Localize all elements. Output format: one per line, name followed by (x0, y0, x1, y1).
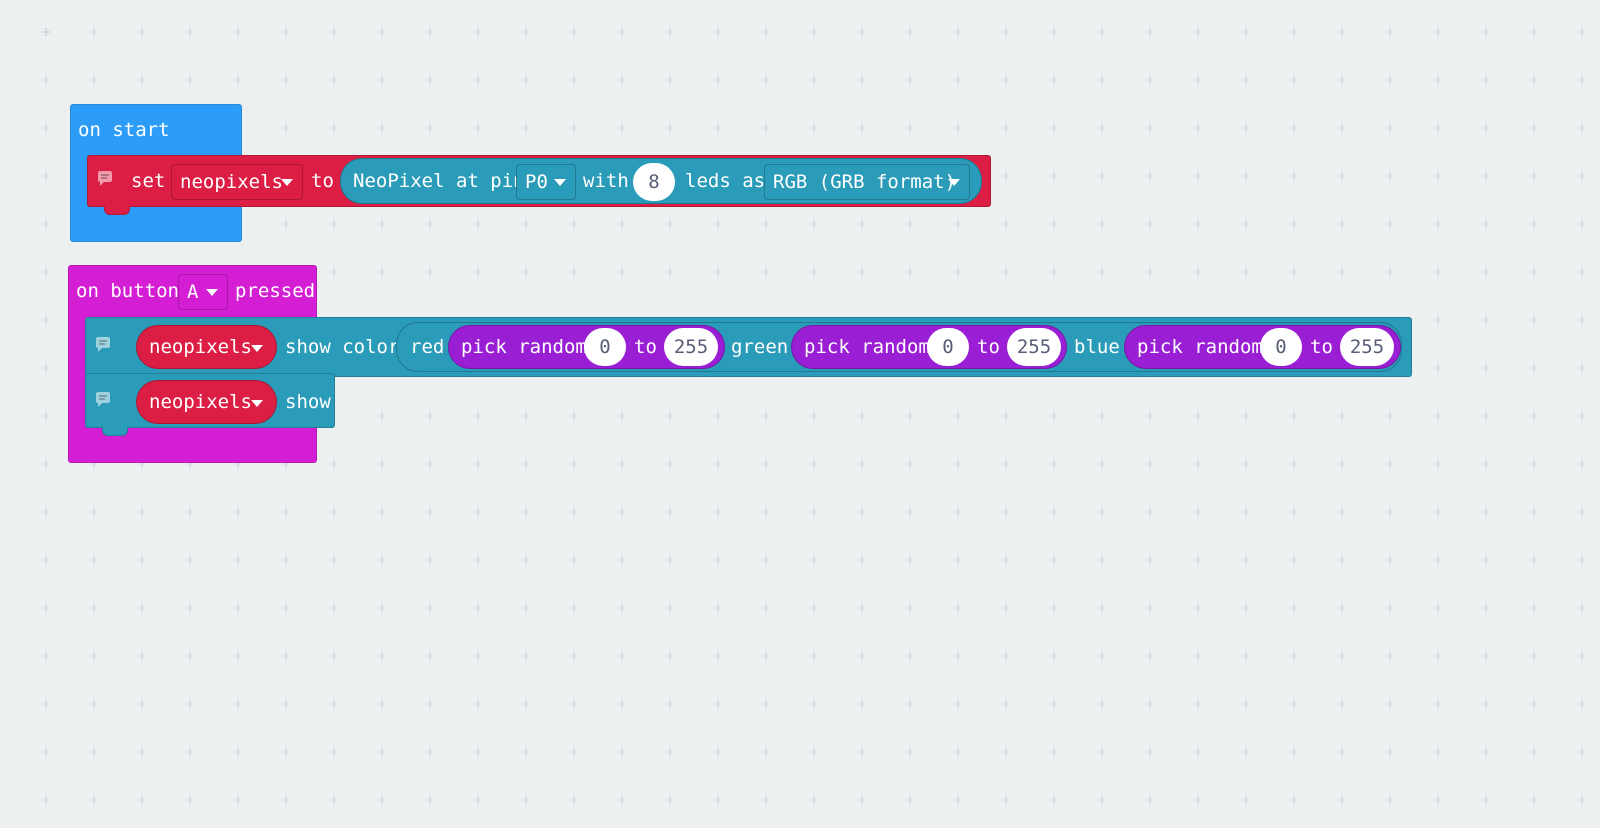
show-label: show (285, 391, 331, 413)
pressed-label: pressed (235, 280, 316, 302)
red-min-value: 0 (599, 336, 611, 358)
comment-icon[interactable] (96, 337, 110, 352)
strip-variable-name: neopixels (149, 336, 252, 358)
dropdown-caret-icon (281, 179, 293, 186)
comment-icon[interactable] (96, 392, 110, 407)
to-label: to (311, 170, 334, 192)
red-label: red (410, 336, 445, 358)
to-label: to (634, 336, 657, 358)
set-label: set (131, 170, 166, 192)
dropdown-caret-icon (206, 289, 218, 296)
button-dropdown[interactable]: A (178, 274, 228, 310)
pick-random-label: pick random (1137, 336, 1263, 358)
pick-random-label: pick random (804, 336, 930, 358)
variable-name: neopixels (180, 171, 283, 193)
led-count-field[interactable]: 8 (633, 163, 675, 201)
blue-label: blue (1074, 336, 1120, 358)
dropdown-caret-icon (554, 179, 566, 186)
on-button-label: on button (76, 280, 179, 302)
led-count-value: 8 (648, 171, 660, 193)
red-max-value: 255 (673, 336, 709, 358)
on-start-label: on start (78, 119, 170, 141)
pick-random-label: pick random (461, 336, 587, 358)
with-label: with (583, 170, 629, 192)
blue-max-field[interactable]: 255 (1340, 328, 1394, 366)
neopixel-at-pin-label: NeoPixel at pin (353, 170, 525, 192)
blue-min-field[interactable]: 0 (1260, 328, 1302, 366)
set-block-notch (104, 206, 130, 215)
to-label: to (977, 336, 1000, 358)
mode-value: RGB (GRB format) (773, 171, 957, 193)
leds-as-label: leds as (685, 170, 766, 192)
comment-icon[interactable] (98, 171, 112, 186)
button-value: A (187, 281, 199, 303)
green-label: green (731, 336, 789, 358)
strip-variable-pill[interactable]: neopixels (136, 380, 277, 424)
red-max-field[interactable]: 255 (664, 328, 718, 366)
dropdown-caret-icon (948, 179, 960, 186)
blue-max-value: 255 (1349, 336, 1385, 358)
show-block-notch (102, 427, 128, 436)
pin-dropdown[interactable]: P0 (516, 164, 576, 200)
show-color-label: show color (285, 336, 400, 358)
green-min-value: 0 (942, 336, 954, 358)
mode-dropdown[interactable]: RGB (GRB format) (764, 164, 970, 200)
strip-variable-name: neopixels (149, 391, 252, 413)
blocks-workspace[interactable]: on start set neopixels to NeoPixel at pi… (0, 0, 1600, 828)
dropdown-caret-icon (251, 345, 263, 352)
blue-min-value: 0 (1275, 336, 1287, 358)
green-max-value: 255 (1016, 336, 1052, 358)
green-max-field[interactable]: 255 (1007, 328, 1061, 366)
to-label: to (1310, 336, 1333, 358)
strip-variable-pill[interactable]: neopixels (136, 325, 277, 369)
pin-value: P0 (525, 171, 548, 193)
green-min-field[interactable]: 0 (927, 328, 969, 366)
dropdown-caret-icon (251, 400, 263, 407)
red-min-field[interactable]: 0 (584, 328, 626, 366)
